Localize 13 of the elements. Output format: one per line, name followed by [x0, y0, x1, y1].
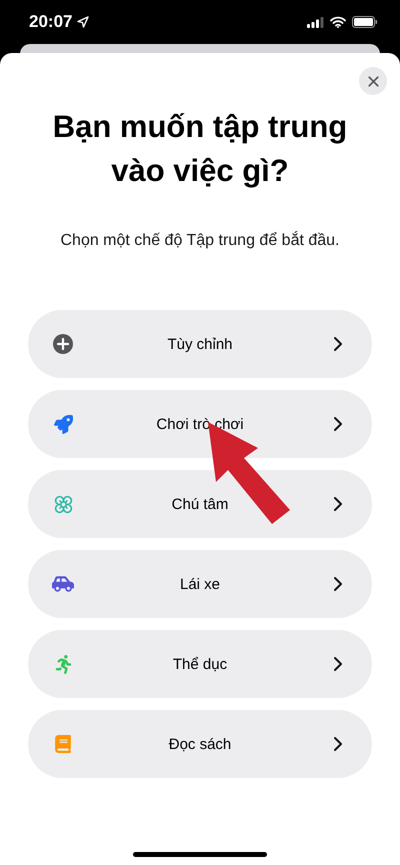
wifi-icon: [330, 16, 346, 28]
sheet-title: Bạn muốn tập trung vào việc gì?: [52, 108, 348, 190]
sheet-subtitle: Chọn một chế độ Tập trung để bắt đầu.: [60, 231, 340, 251]
location-icon: [77, 16, 90, 28]
focus-option[interactable]: Tùy chỉnh: [28, 310, 372, 378]
focus-option[interactable]: Đọc sách: [28, 710, 372, 778]
signal-icon: [307, 16, 324, 28]
close-button[interactable]: [359, 67, 387, 95]
focus-option[interactable]: Lái xe: [28, 550, 372, 618]
focus-option[interactable]: Chú tâm: [28, 470, 372, 538]
focus-option[interactable]: Thể dục: [28, 630, 372, 698]
status-time: 20:07: [29, 12, 72, 32]
battery-icon: [352, 16, 378, 28]
